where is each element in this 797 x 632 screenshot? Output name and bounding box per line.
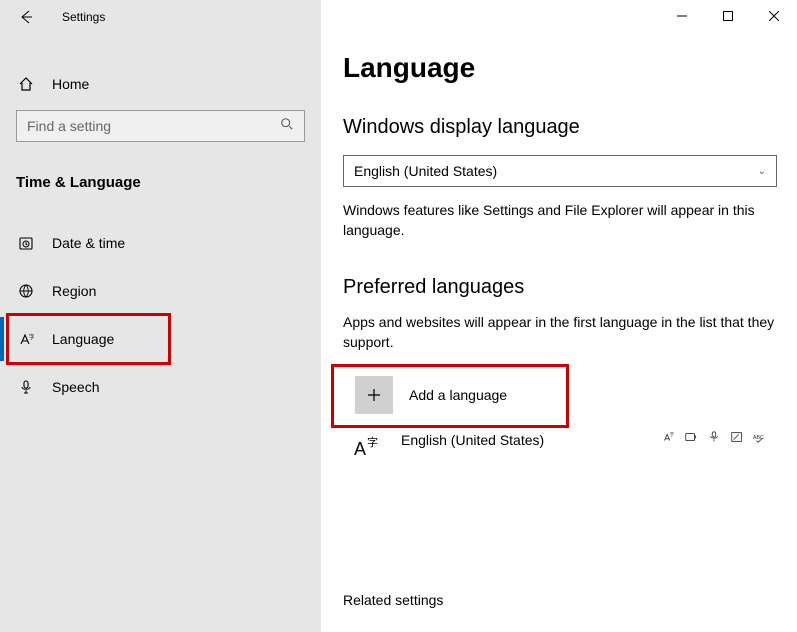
plus-icon bbox=[355, 376, 393, 414]
add-language-label: Add a language bbox=[409, 387, 507, 403]
svg-text:字: 字 bbox=[669, 432, 674, 438]
sidebar-home[interactable]: Home bbox=[16, 62, 305, 106]
minimize-button[interactable] bbox=[659, 0, 705, 32]
globe-icon bbox=[16, 283, 36, 299]
sidebar-item-label: Date & time bbox=[52, 235, 125, 251]
chevron-down-icon: ⌄ bbox=[758, 166, 766, 177]
sidebar-item-label: Speech bbox=[52, 379, 99, 395]
page-title: Language bbox=[343, 52, 777, 84]
microphone-icon bbox=[16, 379, 36, 395]
clock-icon bbox=[16, 235, 36, 251]
sidebar-item-speech[interactable]: Speech bbox=[16, 363, 305, 411]
app-title: Settings bbox=[62, 10, 105, 24]
back-button[interactable] bbox=[16, 8, 34, 26]
window-controls bbox=[659, 0, 797, 32]
add-language-wrap: Add a language bbox=[343, 366, 777, 424]
arrow-left-icon bbox=[17, 9, 33, 25]
search-input[interactable] bbox=[27, 118, 280, 134]
home-icon bbox=[16, 76, 36, 92]
close-button[interactable] bbox=[751, 0, 797, 32]
search-box[interactable] bbox=[16, 110, 305, 142]
maximize-button[interactable] bbox=[705, 0, 751, 32]
sidebar-item-label: Language bbox=[52, 331, 114, 347]
svg-text:A: A bbox=[354, 439, 366, 459]
language-glyph-icon: A字 bbox=[349, 428, 387, 466]
maximize-icon bbox=[723, 11, 733, 21]
display-language-desc: Windows features like Settings and File … bbox=[343, 201, 777, 240]
display-language-heading: Windows display language bbox=[343, 116, 777, 139]
language-a-feature-icon: 字 bbox=[660, 430, 675, 444]
language-feature-icons: 字 ABC bbox=[660, 430, 777, 444]
handwriting-icon bbox=[729, 430, 744, 444]
close-icon bbox=[769, 11, 779, 21]
sidebar-item-language[interactable]: 字 Language bbox=[16, 315, 305, 363]
spellcheck-icon: ABC bbox=[752, 430, 767, 444]
sidebar: Settings Home Time & Language Date & tim… bbox=[0, 0, 321, 632]
svg-text:字: 字 bbox=[29, 333, 34, 341]
installed-language-row[interactable]: A字 English (United States) 字 ABC bbox=[343, 428, 777, 466]
display-language-selected: English (United States) bbox=[354, 163, 497, 179]
sidebar-item-region[interactable]: Region bbox=[16, 267, 305, 315]
home-label: Home bbox=[52, 76, 89, 92]
main-panel: Language Windows display language Englis… bbox=[321, 0, 797, 632]
text-to-speech-icon bbox=[683, 430, 698, 444]
language-a-icon: 字 bbox=[16, 331, 36, 347]
sidebar-item-date-time[interactable]: Date & time bbox=[16, 219, 305, 267]
installed-language-label: English (United States) bbox=[401, 432, 544, 448]
search-icon bbox=[280, 117, 294, 136]
speech-recognition-icon bbox=[706, 430, 721, 444]
preferred-languages-heading: Preferred languages bbox=[343, 276, 777, 299]
svg-text:字: 字 bbox=[367, 435, 378, 449]
sidebar-section-header: Time & Language bbox=[16, 174, 305, 191]
nav-list: Date & time Region 字 Language Speech bbox=[16, 219, 305, 411]
minimize-icon bbox=[677, 11, 687, 21]
preferred-languages-desc: Apps and websites will appear in the fir… bbox=[343, 313, 777, 352]
related-settings-heading: Related settings bbox=[343, 592, 777, 608]
sidebar-item-label: Region bbox=[52, 283, 96, 299]
add-language-button[interactable]: Add a language bbox=[343, 366, 777, 424]
titlebar: Settings bbox=[0, 0, 321, 34]
display-language-select[interactable]: English (United States) ⌄ bbox=[343, 155, 777, 187]
